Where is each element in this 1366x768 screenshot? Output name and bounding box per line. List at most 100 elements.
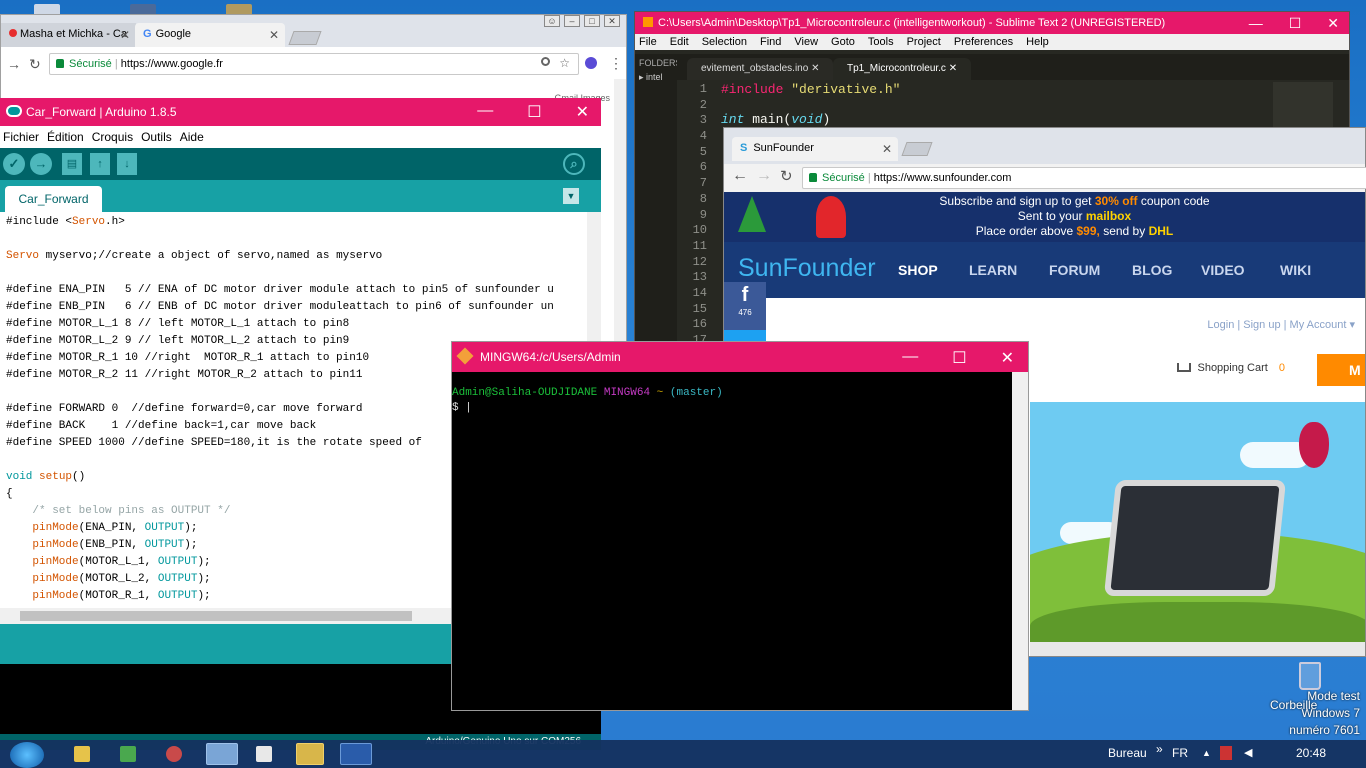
verify-icon[interactable]: ✓: [3, 153, 25, 175]
toolbar-chevron-icon[interactable]: »: [1156, 742, 1163, 756]
browser-tab-active[interactable]: S SunFounder ✕: [732, 137, 898, 161]
reload-icon[interactable]: ↻: [29, 56, 41, 73]
close-button[interactable]: ✕: [604, 15, 620, 27]
menu-fichier[interactable]: Fichier: [3, 130, 39, 144]
minimap[interactable]: [1273, 82, 1333, 132]
tray-flag-icon[interactable]: [1220, 746, 1232, 760]
minimize-button[interactable]: —: [1249, 15, 1263, 32]
browser-tab-active[interactable]: G Google ✕: [135, 23, 285, 47]
clock[interactable]: 20:48: [1296, 746, 1326, 760]
taskbar-app-icon[interactable]: [166, 746, 182, 762]
code-token: pinMode: [32, 522, 79, 534]
nav-learn[interactable]: LEARN: [969, 262, 1017, 278]
line-number: 13: [692, 270, 707, 285]
nav-video[interactable]: VIDEO: [1201, 262, 1245, 278]
tab-tp1[interactable]: Tp1_Microcontroleur.c ✕: [833, 58, 972, 80]
header-action-button[interactable]: M: [1317, 354, 1365, 386]
menu-preferences[interactable]: Preferences: [954, 36, 1013, 48]
taskbar-app-icon[interactable]: [340, 743, 372, 765]
language-indicator[interactable]: FR: [1172, 746, 1188, 760]
upload-icon[interactable]: →: [30, 153, 52, 175]
start-button[interactable]: [10, 742, 44, 768]
menu-file[interactable]: File: [639, 36, 657, 48]
menu-tools[interactable]: Tools: [868, 36, 894, 48]
menu-dots-icon[interactable]: ⋮: [609, 55, 623, 72]
taskbar-app-icon[interactable]: [296, 743, 324, 765]
volume-icon[interactable]: ◀: [1244, 746, 1252, 759]
extension-icon[interactable]: [585, 57, 597, 69]
menu-croquis[interactable]: Croquis: [92, 130, 133, 144]
close-tab-icon[interactable]: ✕: [949, 63, 957, 74]
close-button[interactable]: ✕: [1001, 348, 1014, 368]
forward-icon[interactable]: →: [7, 56, 21, 72]
back-icon[interactable]: ←: [732, 167, 748, 185]
horizontal-scrollbar[interactable]: [0, 608, 451, 624]
scrollbar-thumb[interactable]: [20, 611, 412, 621]
new-sketch-icon[interactable]: ▤: [62, 153, 82, 175]
maximize-button[interactable]: ☐: [952, 348, 966, 368]
desktop-toolbar-label[interactable]: Bureau: [1108, 746, 1147, 760]
address-bar[interactable]: Sécurisé | https://www.sunfounder.com: [802, 167, 1366, 189]
menu-project[interactable]: Project: [907, 36, 941, 48]
menu-goto[interactable]: Goto: [831, 36, 855, 48]
reload-icon[interactable]: ↻: [780, 167, 793, 185]
forward-icon[interactable]: →: [756, 167, 772, 185]
maximize-button[interactable]: ☐: [527, 102, 541, 122]
close-tab-icon[interactable]: ✕: [269, 28, 279, 42]
folder-item[interactable]: ▸ intel: [639, 72, 673, 83]
menu-outils[interactable]: Outils: [141, 130, 172, 144]
save-sketch-icon[interactable]: ↓: [117, 153, 137, 175]
vertical-scrollbar[interactable]: [1012, 372, 1028, 710]
taskbar-app-icon[interactable]: [206, 743, 238, 765]
promo-banner[interactable]: Subscribe and sign up to get 30% off cou…: [724, 192, 1365, 242]
minimize-button[interactable]: —: [902, 348, 918, 368]
terminal-output[interactable]: Admin@Saliha-OUDJIDANE MINGW64 ~ (master…: [452, 386, 723, 416]
horizontal-scrollbar[interactable]: [1030, 642, 1365, 656]
menu-edition[interactable]: Édition: [47, 130, 84, 144]
menu-help[interactable]: Help: [1026, 36, 1049, 48]
shopping-cart-link[interactable]: Shopping Cart 0: [1177, 362, 1285, 374]
serial-monitor-icon[interactable]: ⌕: [563, 153, 585, 175]
facebook-share-button[interactable]: f 476: [724, 282, 766, 330]
new-tab-button[interactable]: [901, 142, 933, 156]
taskbar-app-icon[interactable]: [256, 746, 272, 762]
profile-icon[interactable]: ☺: [544, 15, 560, 27]
code-editor[interactable]: #include "derivative.h" int main(void): [721, 82, 900, 127]
tab-car-forward[interactable]: Car_Forward: [5, 186, 102, 212]
close-tab-icon[interactable]: ✕: [882, 142, 892, 156]
nav-shop[interactable]: SHOP: [898, 262, 938, 278]
address-bar[interactable]: Sécurisé | https://www.google.fr ☆: [49, 53, 579, 75]
taskbar-app-icon[interactable]: [74, 746, 90, 762]
editor-tabs: evitement_obstacles.ino ✕ Tp1_Microcontr…: [677, 54, 1349, 80]
hero-image[interactable]: [1030, 402, 1365, 642]
menu-aide[interactable]: Aide: [180, 130, 204, 144]
location-icon[interactable]: [541, 57, 550, 66]
maximize-button[interactable]: □: [584, 15, 600, 27]
close-button[interactable]: ✕: [576, 102, 589, 122]
new-tab-button[interactable]: [288, 31, 322, 45]
minimize-button[interactable]: –: [564, 15, 580, 27]
close-tab-icon[interactable]: ✕: [811, 63, 819, 74]
close-button[interactable]: ✕: [1327, 15, 1339, 32]
prompt-input[interactable]: $ |: [452, 402, 472, 414]
menu-find[interactable]: Find: [760, 36, 781, 48]
menu-edit[interactable]: Edit: [670, 36, 689, 48]
star-icon[interactable]: ☆: [559, 56, 570, 70]
menu-selection[interactable]: Selection: [702, 36, 747, 48]
maximize-button[interactable]: ☐: [1289, 15, 1302, 32]
tab-evitement[interactable]: evitement_obstacles.ino ✕: [687, 58, 834, 80]
tab-menu-chevron-icon[interactable]: ▼: [563, 188, 579, 204]
tray-expand-icon[interactable]: ▲: [1202, 748, 1211, 758]
nav-blog[interactable]: BLOG: [1132, 262, 1172, 278]
menu-view[interactable]: View: [794, 36, 818, 48]
nav-wiki[interactable]: WIKI: [1280, 262, 1311, 278]
taskbar-app-icon[interactable]: [120, 746, 136, 762]
browser-tab[interactable]: Masha et Michka - Ca ✕: [1, 23, 136, 47]
open-sketch-icon[interactable]: ↑: [90, 153, 110, 175]
minimize-button[interactable]: —: [477, 102, 493, 122]
nav-forum[interactable]: FORUM: [1049, 262, 1100, 278]
sunfounder-logo[interactable]: SunFounder: [738, 254, 876, 283]
close-tab-icon[interactable]: ✕: [120, 28, 130, 42]
code-token: void: [791, 112, 823, 127]
account-links[interactable]: Login | Sign up | My Account ▾: [1207, 318, 1355, 331]
